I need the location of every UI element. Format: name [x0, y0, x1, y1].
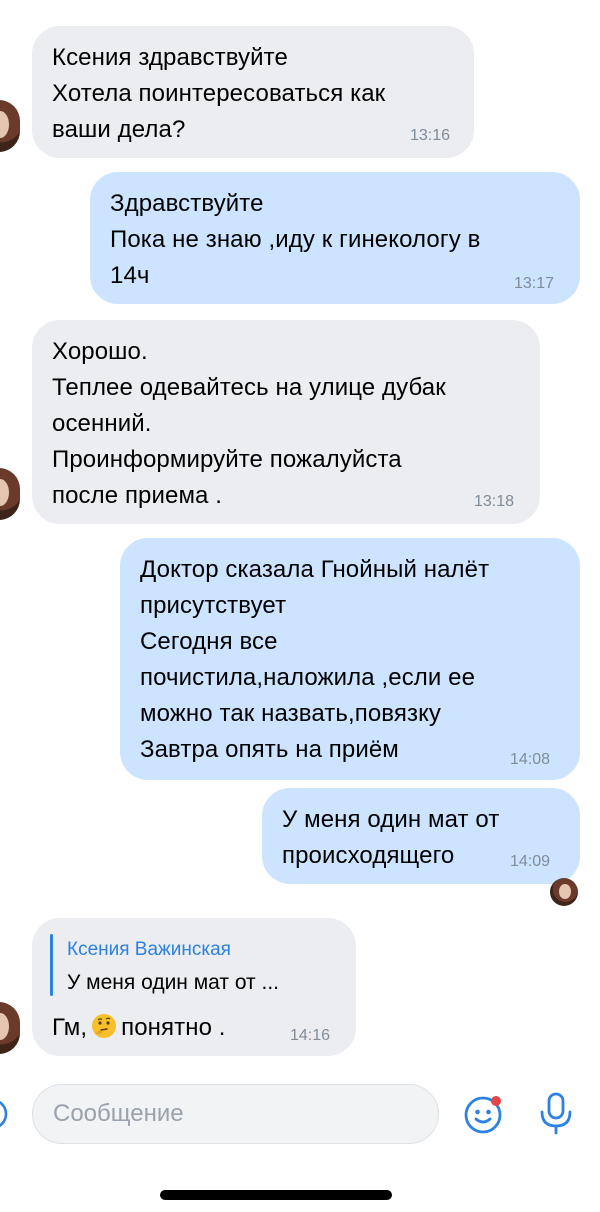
reply-quote-bar — [50, 934, 53, 996]
message-bubble-incoming[interactable]: Хорошо. Теплее одевайтесь на улице дубак… — [32, 320, 540, 524]
message-input[interactable]: Сообщение — [32, 1084, 439, 1144]
message-time: 13:16 — [410, 127, 451, 144]
message-time: 14:16 — [290, 1027, 331, 1044]
message-text: Здравствуйте Пока не знаю ,иду к гинекол… — [110, 190, 481, 289]
message-bubble-incoming[interactable]: Ксения здравствуйте Хотела поинтересоват… — [32, 26, 474, 158]
attach-icon[interactable] — [0, 1096, 12, 1132]
message-text: Гм, понятно . — [52, 1010, 226, 1046]
message-bubble-outgoing[interactable]: У меня один мат от происходящего 14:09 — [262, 788, 580, 884]
read-receipt-avatar — [550, 878, 578, 906]
thinking-face-icon — [92, 1014, 117, 1038]
message-text-part: Гм, — [52, 1014, 88, 1041]
message-text: Хорошо. Теплее одевайтесь на улице дубак… — [52, 338, 446, 509]
message-bubble-outgoing[interactable]: Здравствуйте Пока не знаю ,иду к гинекол… — [90, 172, 580, 304]
message-text: Доктор сказала Гнойный налёт присутствуе… — [140, 556, 490, 763]
message-time: 13:17 — [514, 275, 555, 292]
message-time: 14:09 — [510, 853, 551, 870]
message-input-placeholder: Сообщение — [53, 1100, 184, 1127]
message-bubble-incoming[interactable]: Ксения Важинская У меня один мат от ... … — [32, 918, 356, 1056]
contact-avatar[interactable] — [0, 1002, 20, 1054]
message-text: Ксения здравствуйте Хотела поинтересоват… — [52, 44, 386, 143]
message-bubble-outgoing[interactable]: Доктор сказала Гнойный налёт присутствуе… — [120, 538, 580, 780]
message-time: 14:08 — [510, 751, 551, 768]
microphone-icon[interactable] — [536, 1090, 576, 1136]
message-text: У меня один мат от происходящего — [282, 806, 500, 869]
contact-avatar[interactable] — [0, 100, 20, 152]
sticker-icon[interactable] — [462, 1092, 506, 1136]
reply-author[interactable]: Ксения Важинская — [67, 938, 231, 962]
reply-text[interactable]: У меня один мат от ... — [67, 970, 279, 996]
home-indicator[interactable] — [160, 1190, 392, 1200]
message-time: 13:18 — [474, 493, 515, 510]
contact-avatar[interactable] — [0, 468, 20, 520]
message-text-part: понятно . — [121, 1014, 226, 1041]
notification-dot — [491, 1096, 501, 1106]
